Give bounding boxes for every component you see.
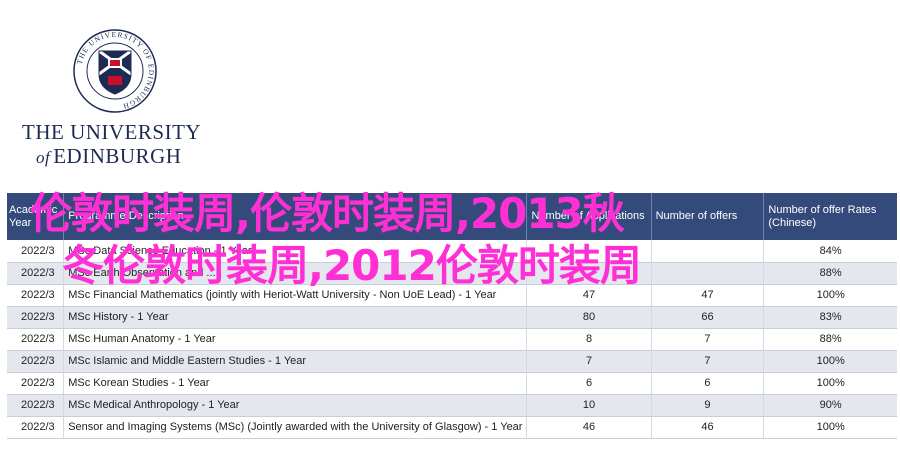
cell-programme: MSc Medical Anthropology - 1 Year [63, 394, 528, 417]
table-row: 2022/3 MSc Human Anatomy - 1 Year 8 7 88… [7, 328, 897, 351]
cell-year: 2022/3 [7, 394, 65, 417]
table-row: 2022/3 Sensor and Imaging Systems (MSc) … [7, 416, 897, 439]
cell-programme: MSc Financial Mathematics (jointly with … [63, 284, 528, 307]
cell-offers: 47 [651, 284, 765, 307]
cell-programme: MSc Human Anatomy - 1 Year [63, 328, 528, 351]
cell-rate: 84% [763, 240, 897, 263]
table-row: 2022/3 MSc Data Science Education - 1 Ye… [7, 240, 897, 263]
cell-offers: 7 [651, 350, 765, 373]
university-name-line1: THE UNIVERSITY [22, 120, 202, 144]
cell-programme: MSc History - 1 Year [63, 306, 528, 329]
cell-programme: MSc Islamic and Middle Eastern Studies -… [63, 350, 528, 373]
cell-offers: 7 [651, 328, 765, 351]
cell-year: 2022/3 [7, 350, 65, 373]
table-row: 2022/3 MSc Korean Studies - 1 Year 6 6 1… [7, 372, 897, 395]
cell-offers [651, 262, 765, 285]
cell-offers: 6 [651, 372, 765, 395]
cell-applications: 47 [526, 284, 652, 307]
cell-applications: 6 [526, 372, 652, 395]
university-logo: THE UNIVERSITY OF EDINBURGH THE UNIVERSI… [22, 28, 202, 168]
cell-year: 2022/3 [7, 416, 65, 439]
cell-year: 2022/3 [7, 240, 65, 263]
table-row: 2022/3 MSc History - 1 Year 80 66 83% [7, 306, 897, 329]
cell-applications: 10 [526, 394, 652, 417]
cell-offers [651, 240, 765, 263]
cell-offers: 9 [651, 394, 765, 417]
cell-applications: 7 [526, 350, 652, 373]
cell-year: 2022/3 [7, 372, 65, 395]
university-city: EDINBURGH [53, 144, 182, 168]
cell-year: 2022/3 [7, 328, 65, 351]
cell-rate: 83% [763, 306, 897, 329]
cell-year: 2022/3 [7, 262, 65, 285]
cell-programme: Sensor and Imaging Systems (MSc) (Jointl… [63, 416, 528, 439]
table-row: 2022/3 MSc Earth Observation and ... 88% [7, 262, 897, 285]
cell-applications: 8 [526, 328, 652, 351]
table-row: 2022/3 MSc Medical Anthropology - 1 Year… [7, 394, 897, 417]
cell-applications: 46 [526, 416, 652, 439]
cell-rate: 88% [763, 262, 897, 285]
cell-programme: MSc Korean Studies - 1 Year [63, 372, 528, 395]
admissions-table: Academic Year Programme Description Numb… [7, 193, 897, 439]
cell-programme: MSc Earth Observation and ... [63, 262, 528, 285]
header-applications: Number of Applications [526, 193, 652, 240]
cell-offers: 46 [651, 416, 765, 439]
cell-applications [526, 262, 652, 285]
header-academic-year: Academic Year [7, 193, 65, 240]
header-offer-rate: Number of offer Rates (Chinese) [763, 193, 897, 240]
cell-rate: 88% [763, 328, 897, 351]
edinburgh-crest-icon: THE UNIVERSITY OF EDINBURGH [73, 29, 157, 113]
header-offers: Number of offers [651, 193, 765, 240]
university-of: of [36, 148, 51, 167]
table-header-row: Academic Year Programme Description Numb… [7, 193, 897, 240]
university-name-line2: of EDINBURGH [36, 144, 216, 169]
table-row: 2022/3 MSc Financial Mathematics (jointl… [7, 284, 897, 307]
cell-rate: 100% [763, 350, 897, 373]
cell-rate: 100% [763, 372, 897, 395]
cell-applications: 80 [526, 306, 652, 329]
cell-programme: MSc Data Science Education - 1 Year [63, 240, 528, 263]
cell-rate: 100% [763, 416, 897, 439]
cell-offers: 66 [651, 306, 765, 329]
header-programme: Programme Description [63, 193, 528, 240]
table-row: 2022/3 MSc Islamic and Middle Eastern St… [7, 350, 897, 373]
cell-rate: 100% [763, 284, 897, 307]
cell-applications [526, 240, 652, 263]
cell-year: 2022/3 [7, 284, 65, 307]
cell-year: 2022/3 [7, 306, 65, 329]
cell-rate: 90% [763, 394, 897, 417]
